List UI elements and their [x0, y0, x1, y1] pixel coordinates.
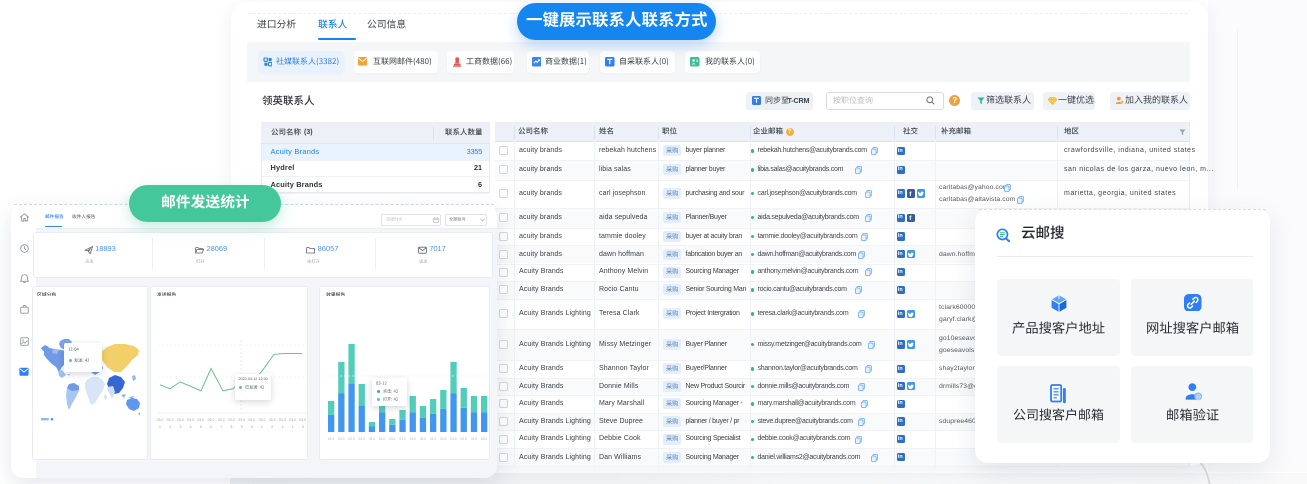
svg-text:@: @: [1195, 394, 1201, 400]
